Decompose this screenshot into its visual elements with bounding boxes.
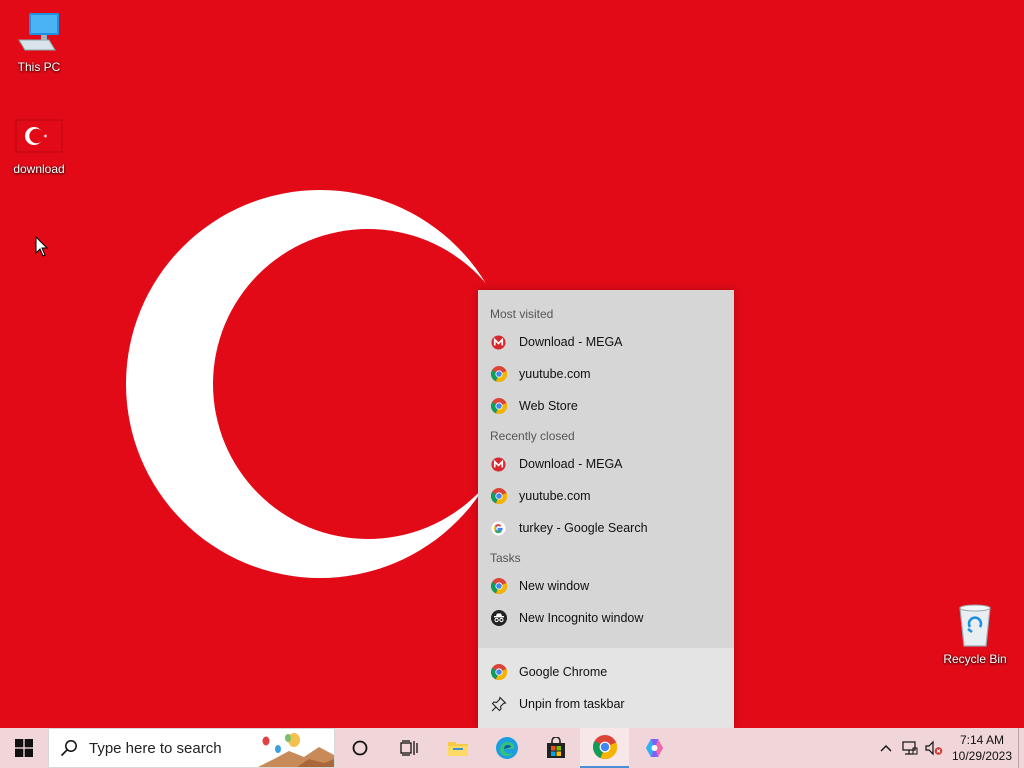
jumplist-item-yuutube[interactable]: yuutube.com [478,358,734,390]
jumplist-item-label: Download - MEGA [519,457,623,471]
cortana-button[interactable] [335,728,384,768]
search-highlight-balloons-icon [258,733,334,767]
edge-icon [495,737,518,759]
jumplist-item-label: New window [519,579,590,593]
desktop-icon-label: This PC [17,60,61,74]
windows-logo-icon [15,739,33,757]
desktop-icon-label: Recycle Bin [943,652,1007,666]
jumplist-item-label: yuutube.com [519,367,591,381]
mouse-cursor-icon [35,236,49,257]
jumplist-item-label: Web Store [519,399,578,413]
chrome-icon [490,366,507,383]
computer-icon [15,10,63,58]
incognito-icon [490,610,507,627]
clock-date: 10/29/2023 [951,749,1013,763]
clock-time: 7:14 AM [959,733,1005,747]
desktop-icon-this-pc[interactable]: This PC [2,10,76,74]
desktop-icon-download[interactable]: download [2,112,76,176]
turkey-flag-image-icon [15,112,63,160]
jumplist-unpin-from-taskbar[interactable]: Unpin from taskbar [478,688,734,720]
jumplist-item-mega[interactable]: Download - MEGA [478,326,734,358]
jumplist-item-mega[interactable]: Download - MEGA [478,448,734,480]
jumplist-item-label: New Incognito window [519,611,644,625]
copilot-button[interactable] [629,728,678,768]
tasks-header: Tasks [490,551,521,565]
task-view-icon [399,740,418,756]
mega-icon [490,334,507,351]
network-icon [902,741,918,755]
jumplist-item-yuutube[interactable]: yuutube.com [478,480,734,512]
chrome-icon [490,398,507,415]
chrome-taskbar-button[interactable] [580,728,629,768]
task-view-button[interactable] [384,728,433,768]
search-icon [49,739,89,757]
jumplist-open-google-chrome[interactable]: Google Chrome [478,656,734,688]
recycle-bin-icon [951,602,999,650]
jumplist-item-label: Download - MEGA [519,335,623,349]
search-input[interactable]: Type here to search [48,728,335,768]
file-explorer-icon [447,742,468,756]
volume-muted-icon [925,740,943,756]
copilot-icon [645,739,663,757]
chrome-icon [490,578,507,595]
volume-button[interactable] [922,728,946,768]
unpin-icon [490,696,507,713]
network-button[interactable] [898,728,922,768]
most-visited-header: Most visited [490,307,554,321]
jumplist-item-label: Unpin from taskbar [519,697,625,711]
chrome-icon [592,735,617,759]
chrome-jump-list: Most visited Download - MEGA yuutube.com… [478,290,734,728]
google-icon [490,520,507,537]
desktop-icon-label: download [13,162,65,176]
mega-icon [490,456,507,473]
jumplist-item-label: Google Chrome [519,665,608,679]
file-explorer-button[interactable] [433,728,482,768]
jumplist-item-web-store[interactable]: Web Store [478,390,734,422]
jumplist-item-new-incognito-window[interactable]: New Incognito window [478,602,734,634]
show-hidden-icons-button[interactable] [874,728,898,768]
chrome-icon [490,664,507,681]
system-tray: 7:14 AM 10/29/2023 [874,728,1024,768]
jumplist-item-label: yuutube.com [519,489,591,503]
jumplist-item-google-search[interactable]: turkey - Google Search [478,512,734,544]
start-button[interactable] [0,728,48,768]
edge-button[interactable] [482,728,531,768]
cortana-icon [352,740,367,756]
recently-closed-header: Recently closed [490,429,575,443]
microsoft-store-button[interactable] [531,728,580,768]
jumplist-item-new-window[interactable]: New window [478,570,734,602]
show-desktop-button[interactable] [1018,728,1024,768]
jumplist-item-label: turkey - Google Search [519,521,648,535]
jumplist-pinned-section: Google Chrome Unpin from taskbar [478,648,734,728]
chevron-up-icon [880,745,892,752]
clock[interactable]: 7:14 AM 10/29/2023 [946,732,1018,764]
store-icon [546,737,565,758]
desktop-icon-recycle-bin[interactable]: Recycle Bin [938,602,1012,666]
taskbar: Type here to search 7:14 AM 10/29/2023 [0,728,1024,768]
search-placeholder: Type here to search [89,739,222,757]
chrome-icon [490,488,507,505]
